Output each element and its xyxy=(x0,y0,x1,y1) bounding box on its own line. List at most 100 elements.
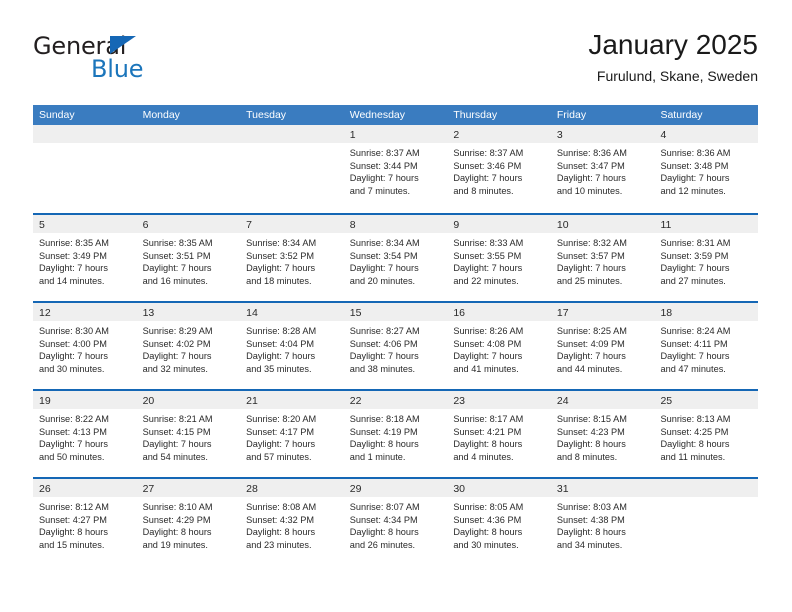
calendar-day-cell[interactable]: 1 Sunrise: 8:37 AM Sunset: 3:44 PM Daylight… xyxy=(343,125,448,213)
sunrise-text: Sunrise: 8:33 AM xyxy=(453,238,524,248)
day-number: 13 xyxy=(142,307,155,319)
sunrise-text: Sunrise: 8:25 AM xyxy=(556,326,627,336)
calendar-day-cell[interactable]: 31 Sunrise: 8:03 AM Sunset: 4:38 PM Dayligh… xyxy=(550,479,655,565)
daylight-text-line1: Daylight: 7 hours xyxy=(246,263,316,274)
sunrise-text: Sunrise: 8:35 AM xyxy=(39,238,109,248)
daylight-text-line1: Daylight: 8 hours xyxy=(349,439,419,450)
calendar-day-cell[interactable]: 28 Sunrise: 8:08 AM Sunset: 4:32 PM Dayligh… xyxy=(240,479,344,565)
day-number-strip: 8 xyxy=(343,215,448,233)
day-details: Sunrise: 8:27 AM Sunset: 4:06 PM Daylight:… xyxy=(344,321,448,375)
day-details: Sunrise: 8:29 AM Sunset: 4:02 PM Daylight:… xyxy=(137,321,241,375)
calendar-day-cell[interactable]: 27 Sunrise: 8:10 AM Sunset: 4:29 PM Dayligh… xyxy=(136,479,241,565)
day-details: Sunrise: 8:28 AM Sunset: 4:04 PM Daylight:… xyxy=(240,321,344,375)
calendar-day-cell[interactable]: 3 Sunrise: 8:36 AM Sunset: 3:47 PM Daylight… xyxy=(550,125,655,213)
calendar-day-cell[interactable]: 5 Sunrise: 8:35 AM Sunset: 3:49 PM Daylight… xyxy=(33,215,137,301)
daylight-text-line1: Daylight: 7 hours xyxy=(453,173,523,184)
day-details: Sunrise: 8:26 AM Sunset: 4:08 PM Daylight:… xyxy=(447,321,551,375)
day-number-strip: 27 xyxy=(136,479,241,497)
calendar-day-cell[interactable]: 20 Sunrise: 8:21 AM Sunset: 4:15 PM Dayligh… xyxy=(136,391,241,477)
day-number: 4 xyxy=(660,129,667,141)
calendar-day-cell[interactable]: 6 Sunrise: 8:35 AM Sunset: 3:51 PM Daylight… xyxy=(136,215,241,301)
page-subtitle: Furulund, Skane, Sweden xyxy=(596,68,758,84)
daylight-text-line2: and 54 minutes. xyxy=(142,451,208,462)
calendar-day-cell[interactable]: 29 Sunrise: 8:07 AM Sunset: 4:34 PM Dayligh… xyxy=(343,479,448,565)
general-blue-logo: General Blue xyxy=(33,32,223,88)
weekday-header-wednesday: Wednesday xyxy=(349,109,405,121)
daylight-text-line2: and 44 minutes. xyxy=(556,363,623,374)
daylight-text-line1: Daylight: 7 hours xyxy=(246,439,316,450)
daylight-text-line1: Daylight: 8 hours xyxy=(142,527,212,538)
weekday-header-friday: Friday xyxy=(556,109,587,121)
calendar-day-cell[interactable]: 16 Sunrise: 8:26 AM Sunset: 4:08 PM Dayligh… xyxy=(447,303,551,389)
daylight-text-line2: and 38 minutes. xyxy=(349,363,416,374)
calendar-day-cell[interactable]: 2 Sunrise: 8:37 AM Sunset: 3:46 PM Daylight… xyxy=(447,125,551,213)
day-number: 10 xyxy=(556,219,569,231)
daylight-text-line1: Daylight: 8 hours xyxy=(556,527,626,538)
day-number-strip: 16 xyxy=(447,303,551,321)
day-details: Sunrise: 8:18 AM Sunset: 4:19 PM Daylight:… xyxy=(344,409,448,463)
day-details: Sunrise: 8:37 AM Sunset: 3:46 PM Daylight:… xyxy=(447,143,551,197)
daylight-text-line1: Daylight: 7 hours xyxy=(39,351,108,362)
calendar-day-cell[interactable]: 26 Sunrise: 8:12 AM Sunset: 4:27 PM Dayligh… xyxy=(33,479,137,565)
day-number: 24 xyxy=(556,395,569,407)
calendar-day-cell[interactable]: 14 Sunrise: 8:28 AM Sunset: 4:04 PM Dayligh… xyxy=(240,303,344,389)
day-number-strip: 14 xyxy=(240,303,344,321)
calendar-day-cell[interactable]: 21 Sunrise: 8:20 AM Sunset: 4:17 PM Dayligh… xyxy=(240,391,344,477)
calendar-day-cell[interactable]: 13 Sunrise: 8:29 AM Sunset: 4:02 PM Dayligh… xyxy=(136,303,241,389)
sunrise-text: Sunrise: 8:10 AM xyxy=(142,502,213,512)
day-details: Sunrise: 8:35 AM Sunset: 3:49 PM Daylight:… xyxy=(33,233,137,287)
day-number: 9 xyxy=(453,219,460,231)
day-number: 14 xyxy=(246,307,258,319)
daylight-text-line1: Daylight: 8 hours xyxy=(556,439,626,450)
calendar-week-row: 26 Sunrise: 8:12 AM Sunset: 4:27 PM Dayligh… xyxy=(33,477,759,565)
calendar-day-cell[interactable]: 25 Sunrise: 8:13 AM Sunset: 4:25 PM Dayligh… xyxy=(654,391,759,477)
day-number-strip: 24 xyxy=(550,391,655,409)
calendar-day-cell[interactable]: 8 Sunrise: 8:34 AM Sunset: 3:54 PM Daylight… xyxy=(343,215,448,301)
weekday-header-sunday: Sunday xyxy=(39,109,75,121)
calendar-day-cell[interactable]: 15 Sunrise: 8:27 AM Sunset: 4:06 PM Dayligh… xyxy=(343,303,448,389)
daylight-text-line1: Daylight: 7 hours xyxy=(39,263,108,274)
sunrise-text: Sunrise: 8:08 AM xyxy=(246,502,317,512)
day-number: 3 xyxy=(556,129,563,141)
daylight-text-line1: Daylight: 8 hours xyxy=(660,439,730,450)
daylight-text-line1: Daylight: 8 hours xyxy=(246,527,316,538)
daylight-text-line2: and 7 minutes. xyxy=(349,185,411,196)
calendar-day-cell[interactable]: 22 Sunrise: 8:18 AM Sunset: 4:19 PM Dayligh… xyxy=(343,391,448,477)
day-number: 18 xyxy=(660,307,673,319)
calendar-day-cell[interactable]: 7 Sunrise: 8:34 AM Sunset: 3:52 PM Daylight… xyxy=(240,215,344,301)
daylight-text-line2: and 57 minutes. xyxy=(246,451,312,462)
calendar-day-cell[interactable]: 9 Sunrise: 8:33 AM Sunset: 3:55 PM Daylight… xyxy=(447,215,551,301)
sunrise-text: Sunrise: 8:37 AM xyxy=(453,148,524,158)
calendar-day-cell[interactable]: 10 Sunrise: 8:32 AM Sunset: 3:57 PM Dayligh… xyxy=(550,215,655,301)
daylight-text-line2: and 20 minutes. xyxy=(349,275,416,286)
day-details: Sunrise: 8:34 AM Sunset: 3:52 PM Daylight:… xyxy=(240,233,344,287)
calendar-day-cell[interactable]: 4 Sunrise: 8:36 AM Sunset: 3:48 PM Daylight… xyxy=(654,125,759,213)
calendar-day-cell[interactable]: 23 Sunrise: 8:17 AM Sunset: 4:21 PM Dayligh… xyxy=(447,391,551,477)
calendar-day-cell[interactable]: 24 Sunrise: 8:15 AM Sunset: 4:23 PM Dayligh… xyxy=(550,391,655,477)
daylight-text-line2: and 4 minutes. xyxy=(453,451,514,462)
calendar-day-cell[interactable]: 12 Sunrise: 8:30 AM Sunset: 4:00 PM Dayligh… xyxy=(33,303,137,389)
daylight-text-line2: and 10 minutes. xyxy=(556,185,623,196)
calendar-day-cell[interactable]: 30 Sunrise: 8:05 AM Sunset: 4:36 PM Dayligh… xyxy=(447,479,551,565)
calendar-day-cell[interactable]: 11 Sunrise: 8:31 AM Sunset: 3:59 PM Dayligh… xyxy=(654,215,759,301)
day-number: 2 xyxy=(453,129,460,141)
day-number: 15 xyxy=(349,307,362,319)
daylight-text-line1: Daylight: 7 hours xyxy=(39,439,108,450)
sunset-text: Sunset: 3:51 PM xyxy=(142,250,211,261)
day-number-strip: 30 xyxy=(447,479,551,497)
day-number-strip xyxy=(136,125,241,143)
sunrise-text: Sunrise: 8:03 AM xyxy=(556,502,627,512)
calendar-day-cell[interactable]: 18 Sunrise: 8:24 AM Sunset: 4:11 PM Dayligh… xyxy=(654,303,759,389)
day-details: Sunrise: 8:21 AM Sunset: 4:15 PM Daylight:… xyxy=(137,409,241,463)
daylight-text-line1: Daylight: 7 hours xyxy=(142,263,212,274)
weekday-header-tuesday: Tuesday xyxy=(246,109,287,121)
sunrise-text: Sunrise: 8:15 AM xyxy=(556,414,627,424)
calendar-day-cell-empty xyxy=(33,125,137,213)
daylight-text-line2: and 47 minutes. xyxy=(660,363,726,374)
daylight-text-line1: Daylight: 8 hours xyxy=(453,439,523,450)
day-number: 5 xyxy=(39,219,45,231)
sunset-text: Sunset: 4:06 PM xyxy=(349,338,418,349)
calendar-day-cell[interactable]: 17 Sunrise: 8:25 AM Sunset: 4:09 PM Dayligh… xyxy=(550,303,655,389)
calendar-day-cell[interactable]: 19 Sunrise: 8:22 AM Sunset: 4:13 PM Dayligh… xyxy=(33,391,137,477)
day-details: Sunrise: 8:30 AM Sunset: 4:00 PM Daylight:… xyxy=(33,321,137,375)
